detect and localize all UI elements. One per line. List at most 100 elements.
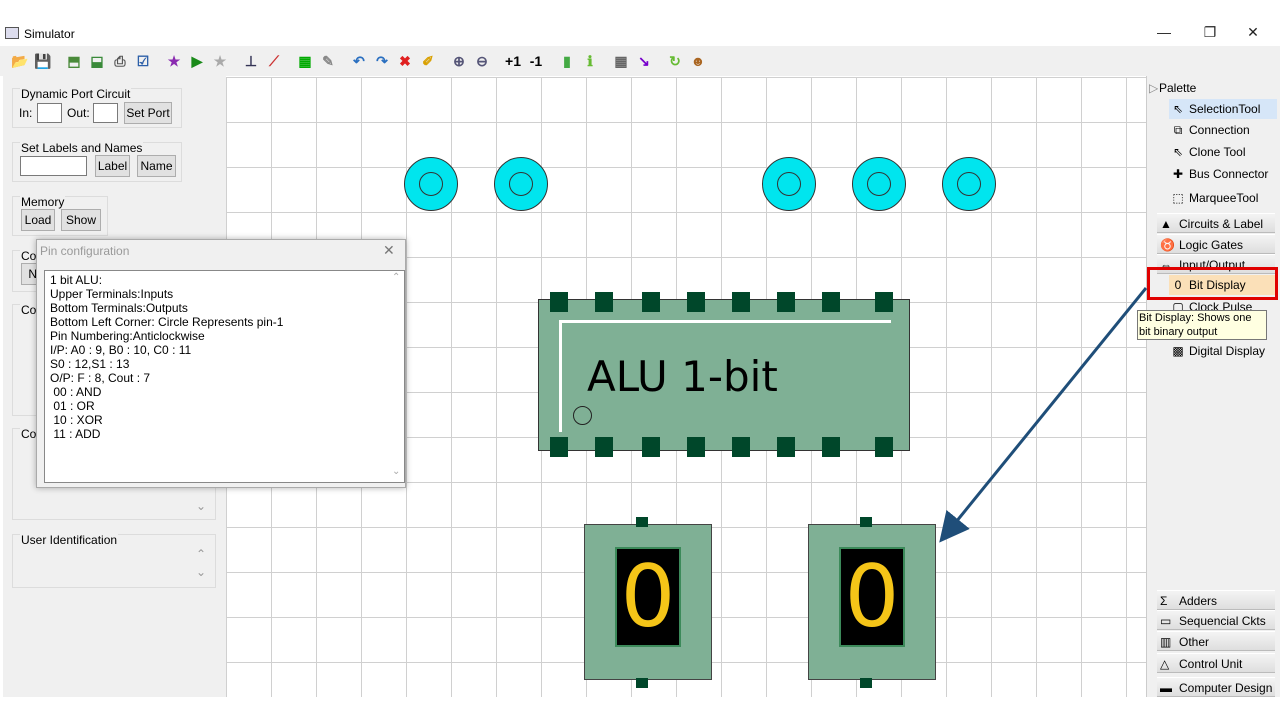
show-button[interactable]: Show — [61, 209, 101, 231]
wire-diag-icon[interactable]: ⟋ — [264, 51, 284, 71]
chip-pin-bottom[interactable] — [687, 437, 705, 457]
verify-icon[interactable]: ☑ — [133, 51, 153, 71]
bit-display[interactable]: 0 — [584, 524, 712, 680]
minimize-button[interactable]: — — [1144, 24, 1184, 44]
chip-pin-top[interactable] — [777, 292, 795, 312]
chip-pin-top[interactable] — [687, 292, 705, 312]
label-input[interactable] — [20, 156, 87, 176]
bit-display[interactable]: 0 — [808, 524, 936, 680]
bit-display-pin[interactable] — [860, 678, 872, 688]
circuits-icon: ▲ — [1160, 217, 1172, 231]
scroll-down-icon[interactable]: ⌄ — [392, 466, 400, 477]
palette-drawer-circuits-label[interactable]: ▲ Circuits & Label — [1157, 213, 1275, 233]
palette-drawer-logic-gates[interactable]: ♉ Logic Gates — [1157, 234, 1275, 254]
bit-display-pin[interactable] — [636, 678, 648, 688]
in-label: In: — [19, 106, 33, 120]
palette-item-bus-connector[interactable]: ✚ Bus Connector — [1169, 164, 1277, 184]
chip-pin-top[interactable] — [595, 292, 613, 312]
wire-icon[interactable]: ⊥ — [241, 51, 261, 71]
out-input[interactable] — [93, 103, 118, 123]
scroll-down-icon[interactable]: ⌄ — [196, 565, 206, 579]
scroll-up-icon[interactable]: ⌃ — [196, 547, 206, 561]
pin-config-line: 1 bit ALU: — [50, 273, 103, 287]
undo-icon[interactable]: ↶ — [349, 51, 369, 71]
marquee-icon: ⬚ — [1172, 191, 1184, 205]
users-icon[interactable]: ☻ — [688, 51, 708, 71]
zoom-out-icon[interactable]: ⊖ — [472, 51, 492, 71]
close-icon[interactable]: ✕ — [383, 242, 395, 259]
led-input[interactable] — [762, 157, 816, 211]
chip-pin-bottom[interactable] — [777, 437, 795, 457]
palette-item-connection[interactable]: ⧉ Connection — [1169, 120, 1277, 140]
pin-config-line: 01 : OR — [50, 399, 95, 413]
scroll-down-icon[interactable]: ⌄ — [196, 499, 206, 513]
chip-pin-bottom[interactable] — [875, 437, 893, 457]
chip-pin-top[interactable] — [732, 292, 750, 312]
open-icon[interactable]: 📂 — [10, 51, 30, 71]
palette-item-clone-tool[interactable]: ⇖ Clone Tool — [1169, 142, 1277, 162]
clone-icon[interactable]: ⬓ — [87, 51, 107, 71]
bit-display-pin[interactable] — [636, 517, 648, 527]
led-input[interactable] — [852, 157, 906, 211]
chip-pin-top[interactable] — [550, 292, 568, 312]
palette-drawer-control-unit[interactable]: △ Control Unit — [1157, 653, 1275, 673]
scroll-up-icon[interactable]: ⌃ — [392, 272, 400, 283]
chip-pin-bottom[interactable] — [550, 437, 568, 457]
name-button[interactable]: Name — [137, 155, 176, 177]
chip-pin-bottom[interactable] — [822, 437, 840, 457]
play-icon[interactable]: ▶ — [187, 51, 207, 71]
zoom-in-icon[interactable]: ⊕ — [449, 51, 469, 71]
edit-icon[interactable]: ✎ — [318, 51, 338, 71]
palette-drawer-sequencial-ckts[interactable]: ▭ Sequencial Ckts — [1157, 610, 1275, 630]
chip-pin-bottom[interactable] — [642, 437, 660, 457]
export-icon[interactable]: ⬒ — [64, 51, 84, 71]
close-button[interactable]: ✕ — [1233, 24, 1273, 44]
restore-button[interactable]: ❐ — [1190, 24, 1230, 44]
plus-one-icon[interactable]: +1 — [503, 51, 523, 71]
palette-drawer-computer-design[interactable]: ▬ Computer Design — [1157, 677, 1275, 697]
chip-pin-top[interactable] — [875, 292, 893, 312]
alu-1bit-chip[interactable]: ALU 1-bit — [538, 299, 910, 451]
pin-configuration-text[interactable]: 1 bit ALU: Upper Terminals:Inputs Bottom T… — [44, 270, 405, 483]
led-center — [419, 172, 443, 196]
load-button[interactable]: Load — [21, 209, 55, 231]
palette-item-selectiontool[interactable]: ⇖ SelectionTool — [1169, 99, 1277, 119]
chip-icon[interactable]: ▮ — [557, 51, 577, 71]
refresh-icon[interactable]: ↻ — [665, 51, 685, 71]
led-input[interactable] — [942, 157, 996, 211]
grid-icon[interactable]: ▦ — [611, 51, 631, 71]
led-input[interactable] — [494, 157, 548, 211]
chip-pin-bottom[interactable] — [732, 437, 750, 457]
chip-pin-top[interactable] — [642, 292, 660, 312]
gates-icon: ♉ — [1160, 238, 1175, 252]
timing-icon[interactable]: ▦ — [295, 51, 315, 71]
pin-config-line: Upper Terminals:Inputs — [50, 287, 174, 301]
collapse-icon[interactable]: ▷ — [1149, 81, 1158, 95]
palette-drawer-other-components[interactable]: ▥Other Components — [1157, 631, 1275, 669]
minus-one-icon[interactable]: -1 — [526, 51, 546, 71]
bit-display-pin[interactable] — [860, 517, 872, 527]
palette-item-marqueetool[interactable]: ⬚ MarqueeTool — [1169, 188, 1277, 208]
chip-pin-bottom[interactable] — [595, 437, 613, 457]
label-button[interactable]: Label — [95, 155, 130, 177]
clean-icon[interactable]: ✐ — [418, 51, 438, 71]
palette: ▷ Palette ⇖ SelectionTool ⧉ Connection ⇖ Clon… — [1146, 76, 1280, 697]
set-port-button[interactable]: Set Port — [124, 102, 172, 124]
palette-drawer-adders[interactable]: Σ Adders — [1157, 590, 1275, 610]
chip-pin-top[interactable] — [822, 292, 840, 312]
pin-configuration-dialog: Pin configuration ✕ 1 bit ALU: Upper Term… — [36, 239, 406, 488]
save-icon[interactable]: 💾 — [33, 51, 53, 71]
print-icon[interactable]: ⎙ — [110, 51, 130, 71]
pin1-circle — [573, 406, 592, 425]
route-icon[interactable]: ↘ — [634, 51, 654, 71]
in-input[interactable] — [37, 103, 62, 123]
star-icon[interactable]: ★ — [164, 51, 184, 71]
group-title: Dynamic Port Circuit — [20, 87, 132, 101]
redo-icon[interactable]: ↷ — [372, 51, 392, 71]
palette-item-digital-display[interactable]: ▩ Digital Display — [1169, 341, 1277, 361]
delete-icon[interactable]: ✖ — [395, 51, 415, 71]
info-icon[interactable]: ℹ — [580, 51, 600, 71]
sequential-icon: ▭ — [1160, 614, 1172, 628]
led-input[interactable] — [404, 157, 458, 211]
star-disabled-icon[interactable]: ★ — [210, 51, 230, 71]
